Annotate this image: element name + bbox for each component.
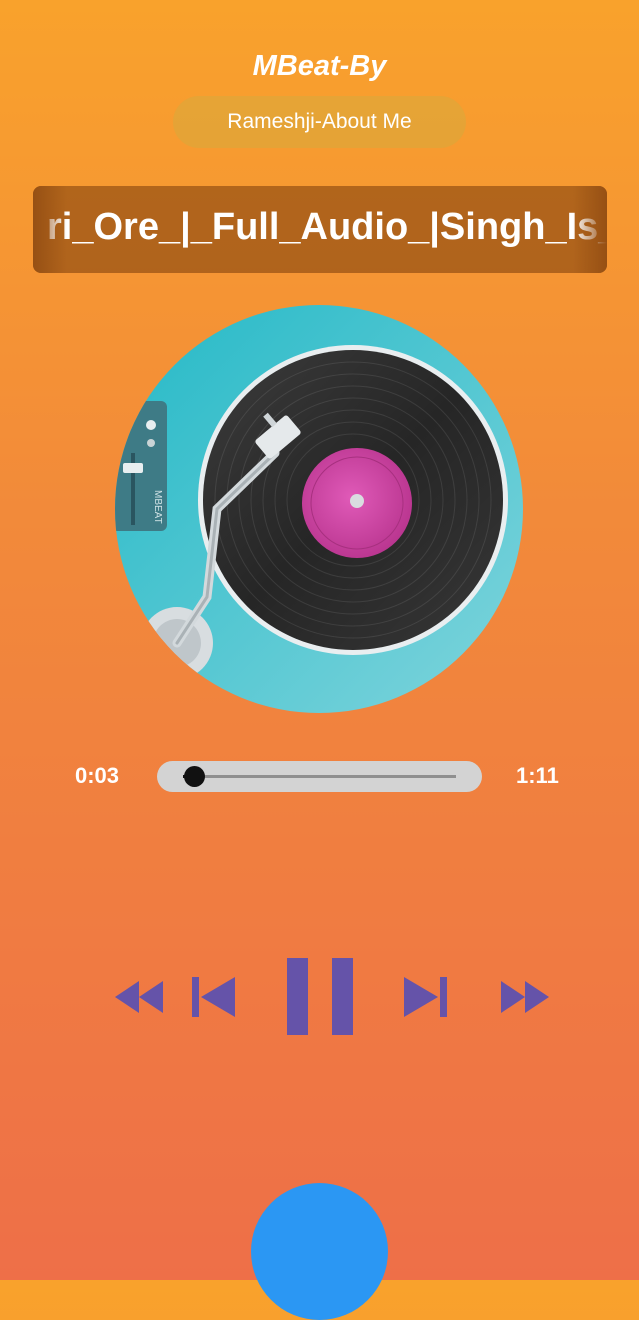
floating-action-button[interactable] [251, 1183, 388, 1320]
current-time: 0:03 [75, 763, 120, 788]
about-me-button[interactable]: Rameshji-About Me [173, 96, 466, 148]
seek-bar[interactable] [157, 761, 482, 792]
turntable-image: MBEAT [115, 305, 523, 713]
seek-thumb[interactable] [183, 766, 205, 787]
rewind-button[interactable] [115, 981, 163, 1013]
fast-forward-icon [501, 981, 549, 1013]
song-title-banner: ri_Ore_|_Full_Audio_|Singh_Is_ [33, 186, 607, 273]
previous-button[interactable] [192, 977, 235, 1017]
fast-forward-button[interactable] [501, 981, 549, 1013]
pause-button[interactable] [287, 958, 353, 1035]
app-title: MBeat-By [252, 50, 387, 82]
song-title-fade-left [33, 186, 67, 273]
song-title-fade-right [573, 186, 607, 273]
mixer-label: MBEAT [152, 490, 163, 524]
total-time: 1:11 [516, 763, 559, 788]
pause-icon [287, 958, 353, 1035]
seek-track [183, 775, 456, 778]
album-art: MBEAT [115, 305, 523, 713]
skip-next-icon [404, 977, 447, 1017]
rewind-icon [115, 981, 163, 1013]
skip-previous-icon [192, 977, 235, 1017]
song-title: ri_Ore_|_Full_Audio_|Singh_Is_ [47, 206, 607, 248]
next-button[interactable] [404, 977, 447, 1017]
